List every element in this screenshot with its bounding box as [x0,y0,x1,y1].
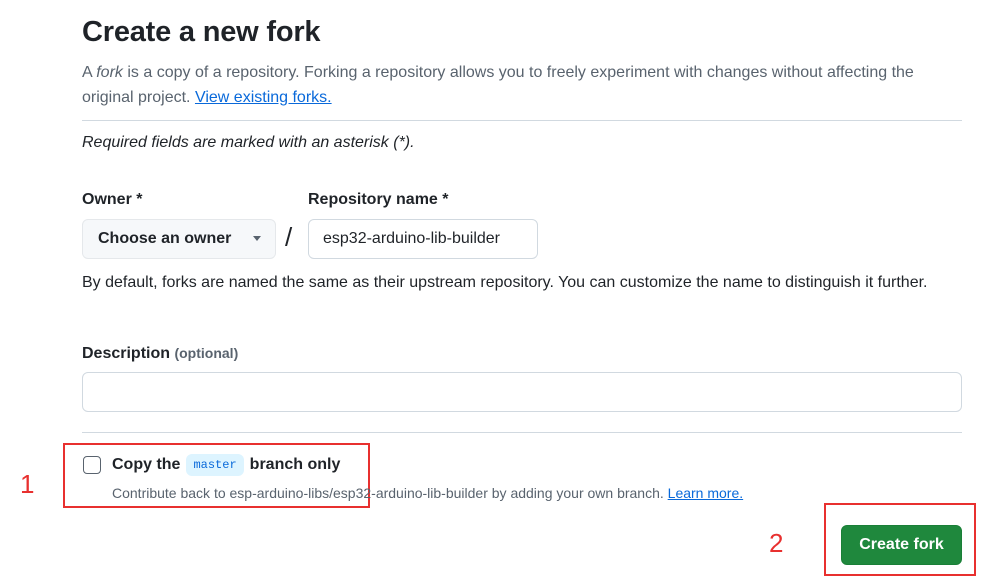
description-optional-hint: (optional) [174,345,239,361]
repository-name-input[interactable] [308,219,538,259]
description-label-text: Description [82,345,171,362]
owner-repo-separator: / [285,222,293,252]
create-fork-button[interactable]: Create fork [841,525,962,565]
annotation-marker-1: 1 [20,469,35,499]
copy-branch-label-prefix: Copy the [112,456,181,473]
header-divider [82,120,962,121]
triangle-down-icon [253,236,261,241]
copy-master-branch-checkbox[interactable] [83,456,101,474]
intro-prefix: A [82,64,97,81]
intro-fork-word: fork [96,64,123,81]
owner-label: Owner * [82,191,143,208]
repository-name-label: Repository name * [308,191,449,208]
choose-owner-label: Choose an owner [98,230,232,247]
repository-name-hint: By default, forks are named the same as … [82,274,928,291]
copy-branch-note: Contribute back to esp-arduino-libs/esp3… [112,485,743,501]
learn-more-link[interactable]: Learn more. [668,485,743,501]
copy-branch-note-text: Contribute back to esp-arduino-libs/esp3… [112,485,668,501]
required-fields-note: Required fields are marked with an aster… [82,134,415,151]
create-fork-page: Create a new fork A fork is a copy of a … [0,0,993,588]
view-existing-forks-link[interactable]: View existing forks. [195,89,332,106]
page-title: Create a new fork [82,16,321,48]
options-divider [82,432,962,433]
choose-owner-dropdown[interactable]: Choose an owner [82,219,276,259]
copy-branch-label-suffix: branch only [249,456,341,473]
copy-branch-label[interactable]: Copy the master branch only [112,454,340,476]
description-input[interactable] [82,372,962,412]
page-intro: A fork is a copy of a repository. Forkin… [82,60,922,110]
branch-name-badge: master [186,454,244,476]
description-label: Description (optional) [82,345,238,363]
annotation-marker-2: 2 [769,528,784,558]
